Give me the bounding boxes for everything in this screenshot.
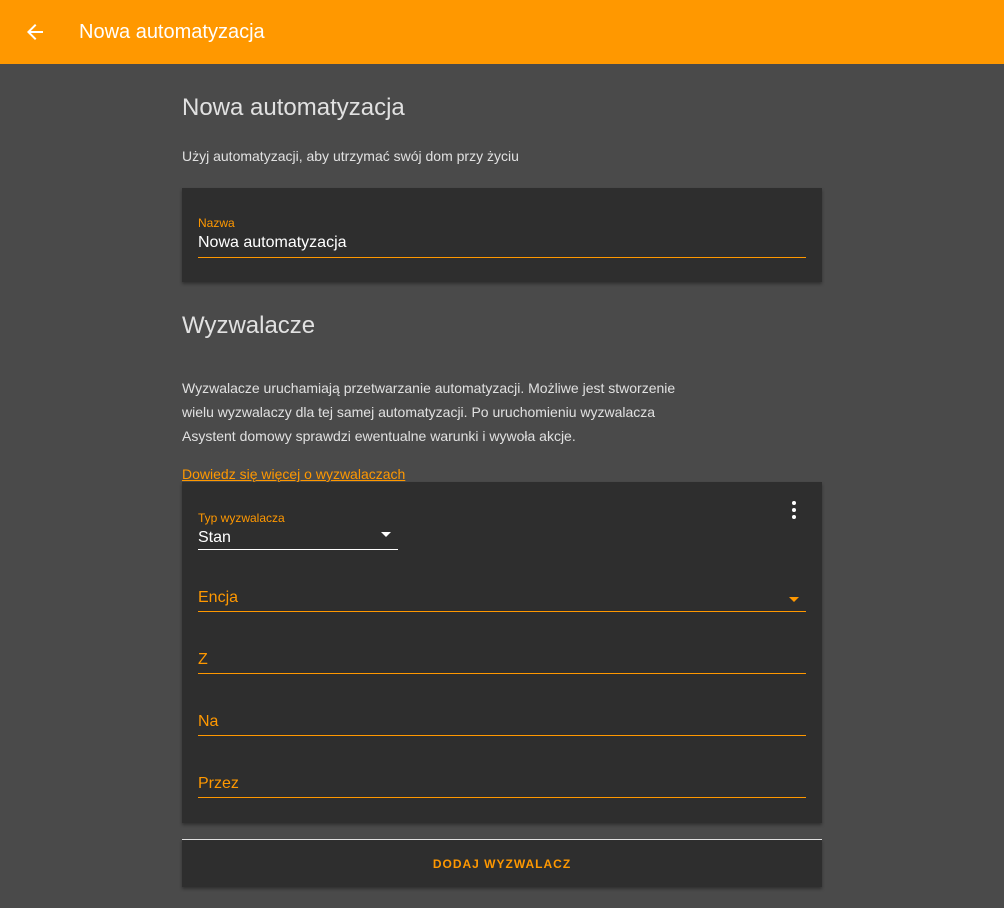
name-card: Nazwa Nowa automatyzacja (182, 188, 822, 282)
from-field[interactable]: Z (198, 648, 806, 674)
name-field-underline (198, 257, 806, 258)
trigger-card: Typ wyzwalacza Stan Encja Z Na Przez (182, 482, 822, 823)
app-toolbar: Nowa automatyzacja (0, 0, 1004, 64)
name-field-label: Nazwa (198, 216, 235, 230)
to-field[interactable]: Na (198, 710, 806, 736)
trigger-menu-button[interactable] (782, 498, 806, 522)
trigger-type-value: Stan (198, 529, 231, 546)
page-title: Nowa automatyzacja (182, 94, 405, 121)
name-field[interactable]: Nazwa Nowa automatyzacja (198, 212, 806, 258)
entity-field-label: Encja (198, 589, 239, 606)
for-field-label: Przez (198, 775, 239, 792)
triggers-description: Wyzwalacze uruchamiają przetwarzanie aut… (182, 380, 676, 444)
name-field-value[interactable]: Nowa automatyzacja (198, 233, 347, 253)
learn-more-link[interactable]: Dowiedz się więcej o wyzwalaczach (182, 466, 405, 482)
triggers-title: Wyzwalacze (182, 312, 316, 339)
trigger-type-dropdown[interactable]: Typ wyzwalacza Stan (198, 508, 398, 550)
trigger-type-label: Typ wyzwalacza (198, 511, 285, 525)
page-description: Użyj automatyzacji, aby utrzymać swój do… (182, 148, 519, 164)
arrow-left-icon (27, 24, 43, 40)
to-field-label: Na (198, 713, 219, 730)
back-button[interactable] (19, 16, 51, 48)
toolbar-title: Nowa automatyzacja (79, 21, 265, 43)
trigger-actions: DODAJ WYZWALACZ (182, 839, 822, 887)
add-trigger-button[interactable]: DODAJ WYZWALACZ (182, 840, 822, 887)
from-field-label: Z (198, 651, 208, 668)
for-field[interactable]: Przez (198, 772, 806, 798)
chevron-down-icon (381, 532, 391, 537)
entity-field[interactable]: Encja (198, 586, 806, 612)
to-field-underline (198, 735, 806, 736)
for-field-underline (198, 797, 806, 798)
chevron-down-icon (789, 597, 799, 602)
trigger-type-underline (198, 549, 398, 550)
from-field-underline (198, 673, 806, 674)
entity-field-underline (198, 611, 806, 612)
dots-vertical-icon (792, 501, 796, 519)
